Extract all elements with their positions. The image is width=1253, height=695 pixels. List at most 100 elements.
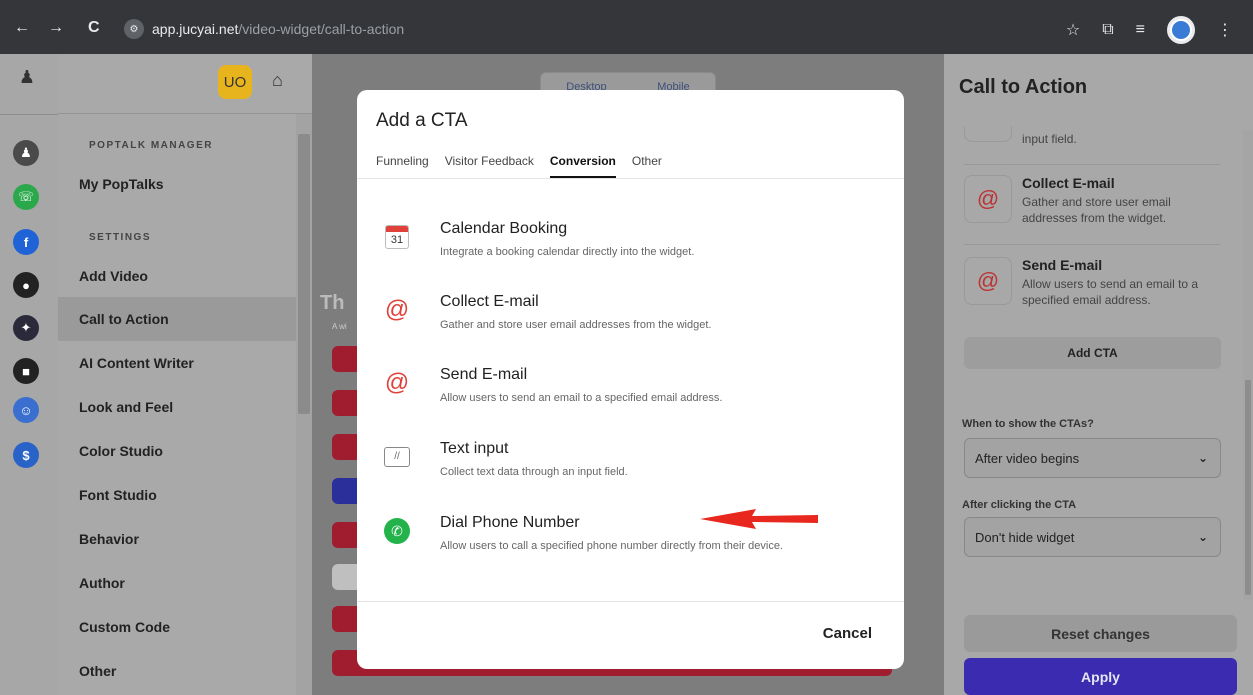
sidebar-scrollbar[interactable] <box>296 114 312 695</box>
reload-icon[interactable]: C <box>88 20 100 36</box>
divider <box>0 114 58 115</box>
browser-toolbar: ← → C ⚙ app.jucyai.net/video-widget/call… <box>0 0 1253 54</box>
tab-conversion[interactable]: Conversion <box>549 152 616 178</box>
app-whatsapp-icon[interactable]: ☏ <box>13 184 39 210</box>
cta-name: Send E-mail <box>1022 257 1103 273</box>
text-input-icon <box>964 126 1012 142</box>
cta-settings-panel: Call to Action input field. @ Collect E-… <box>944 54 1253 695</box>
cta-card-partial: input field. <box>964 126 1220 147</box>
sidebar-item-color-studio[interactable]: Color Studio <box>58 429 296 473</box>
select-value: Don't hide widget <box>975 529 1075 545</box>
sidebar-item-add-video[interactable]: Add Video <box>58 254 296 298</box>
sidebar-item-behavior[interactable]: Behavior <box>58 517 296 561</box>
option-name: Send E-mail <box>440 366 528 383</box>
dialog-tabs: Funneling Visitor Feedback Conversion Ot… <box>376 152 678 178</box>
sidebar-item-my-poptalks[interactable]: My PopTalks <box>58 162 296 206</box>
option-name: Text input <box>440 440 509 457</box>
add-cta-button[interactable]: Add CTA <box>964 337 1221 369</box>
panel-scrollbar[interactable] <box>1243 130 1253 600</box>
at-icon: @ <box>384 369 410 396</box>
sidebar-header: UO ⌂ <box>58 54 312 114</box>
app-ai-icon[interactable]: ✦ <box>13 315 39 341</box>
app-mascot-icon[interactable]: ☺ <box>13 397 39 423</box>
forward-icon[interactable]: → <box>48 20 64 36</box>
app-billing-icon[interactable]: $ <box>13 442 39 468</box>
back-icon[interactable]: ← <box>14 20 30 36</box>
reset-changes-button[interactable]: Reset changes <box>964 615 1237 652</box>
dialog-title: Add a CTA <box>376 110 468 131</box>
when-to-show-label: When to show the CTAs? <box>962 418 1094 430</box>
annotation-arrow-icon <box>700 509 818 529</box>
cta-option-calendar-booking[interactable]: 31 Calendar Booking Integrate a booking … <box>384 220 874 280</box>
extensions-icon[interactable]: ⧉ <box>1102 21 1113 39</box>
address-bar[interactable]: ⚙ app.jucyai.net/video-widget/call-to-ac… <box>124 17 404 41</box>
at-icon: @ <box>384 296 410 323</box>
cta-desc: Allow users to send an email to a specif… <box>1022 277 1199 307</box>
panel-title: Call to Action <box>959 76 1088 98</box>
sidebar-item-font-studio[interactable]: Font Studio <box>58 473 296 517</box>
tab-other[interactable]: Other <box>632 152 662 178</box>
cta-desc: input field. <box>1022 132 1077 146</box>
cta-desc: Gather and store user email addresses fr… <box>1022 195 1171 225</box>
at-icon: @ <box>964 257 1012 305</box>
app-ads-icon[interactable]: ■ <box>13 358 39 384</box>
option-desc: Allow users to call a specified phone nu… <box>440 540 783 552</box>
app-contacts-icon[interactable]: ● <box>13 272 39 298</box>
site-settings-icon[interactable]: ⚙ <box>124 19 144 39</box>
after-clicking-label: After clicking the CTA <box>962 499 1077 511</box>
sidebar-item-call-to-action[interactable]: Call to Action <box>58 297 296 341</box>
option-desc: Gather and store user email addresses fr… <box>440 319 712 331</box>
divider <box>357 178 904 179</box>
select-value: After video begins <box>975 450 1080 466</box>
settings-sidebar: UO ⌂ POPTALK MANAGER My PopTalks SETTING… <box>58 54 312 695</box>
app-poptalk-icon[interactable]: ♟ <box>13 140 39 166</box>
calendar-icon: 31 <box>384 224 410 250</box>
preview-subheading: A wi <box>332 322 347 331</box>
section-heading-settings: SETTINGS <box>89 232 152 243</box>
phone-icon: ✆ <box>384 518 410 544</box>
profile-avatar[interactable] <box>1167 16 1195 44</box>
app-facebook-icon[interactable]: f <box>13 229 39 255</box>
cta-card-collect-email[interactable]: @ Collect E-mail Gather and store user e… <box>964 175 1220 226</box>
divider <box>964 164 1220 165</box>
sidebar-item-look-and-feel[interactable]: Look and Feel <box>58 385 296 429</box>
sidebar-item-custom-code[interactable]: Custom Code <box>58 605 296 649</box>
tab-visitor-feedback[interactable]: Visitor Feedback <box>445 152 534 178</box>
after-clicking-select[interactable]: Don't hide widget ⌄ <box>964 517 1221 557</box>
divider <box>357 601 904 602</box>
option-name: Dial Phone Number <box>440 514 580 531</box>
at-icon: @ <box>964 175 1012 223</box>
cta-option-collect-email[interactable]: @ Collect E-mail Gather and store user e… <box>384 293 874 353</box>
option-name: Collect E-mail <box>440 293 539 310</box>
option-desc: Integrate a booking calendar directly in… <box>440 246 695 258</box>
home-icon[interactable]: ⌂ <box>272 70 283 91</box>
sidebar-item-other[interactable]: Other <box>58 649 296 693</box>
text-input-icon: // <box>384 444 410 470</box>
app-switcher: ♟ ♟ ☏ f ● ✦ ■ ☺ $ <box>0 54 58 695</box>
cta-card-send-email[interactable]: @ Send E-mail Allow users to send an ema… <box>964 257 1220 308</box>
url-host: app.jucyai.net <box>152 21 239 37</box>
url-path: /video-widget/call-to-action <box>238 21 405 37</box>
option-desc: Allow users to send an email to a specif… <box>440 392 723 404</box>
cta-option-text-input[interactable]: // Text input Collect text data through … <box>384 440 874 500</box>
apply-button[interactable]: Apply <box>964 658 1237 695</box>
option-name: Calendar Booking <box>440 220 568 237</box>
option-desc: Collect text data through an input field… <box>440 466 628 478</box>
when-to-show-select[interactable]: After video begins ⌄ <box>964 438 1221 478</box>
poptalk-logo-icon: ♟ <box>18 67 36 87</box>
sidebar-item-author[interactable]: Author <box>58 561 296 605</box>
cta-option-send-email[interactable]: @ Send E-mail Allow users to send an ema… <box>384 366 874 426</box>
preview-heading: Th <box>320 292 345 314</box>
cta-name: Collect E-mail <box>1022 175 1115 191</box>
bookmark-star-icon[interactable]: ☆ <box>1066 20 1080 40</box>
tab-funneling[interactable]: Funneling <box>376 152 429 178</box>
cancel-button[interactable]: Cancel <box>823 625 872 642</box>
section-heading-manager: POPTALK MANAGER <box>89 140 213 151</box>
chevron-down-icon: ⌄ <box>1197 451 1208 465</box>
add-cta-dialog: Add a CTA Funneling Visitor Feedback Con… <box>357 90 904 669</box>
divider <box>964 244 1220 245</box>
media-controls-icon[interactable]: ≡ <box>1136 21 1145 39</box>
sidebar-item-ai-content-writer[interactable]: AI Content Writer <box>58 341 296 385</box>
user-initials-badge[interactable]: UO <box>218 65 252 99</box>
more-icon[interactable]: ⋮ <box>1217 20 1233 40</box>
